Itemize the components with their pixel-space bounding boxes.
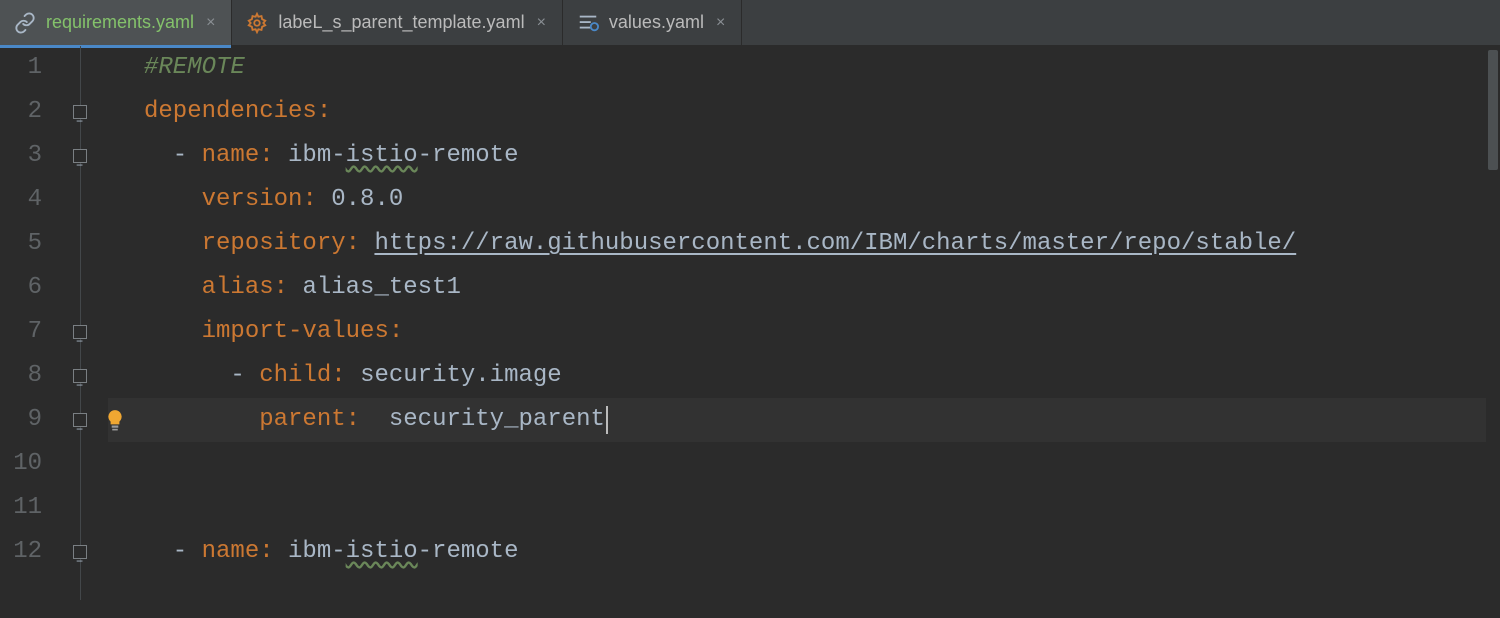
code-line[interactable]: import-values: xyxy=(108,310,1500,354)
yaml-value: security_parent xyxy=(389,398,605,442)
text-caret xyxy=(606,406,608,434)
code-line[interactable]: #REMOTE xyxy=(108,46,1500,90)
gutter-fold xyxy=(60,46,100,600)
fold-row xyxy=(60,530,100,574)
gutter-line-numbers: 123456789101112 xyxy=(0,46,60,600)
yaml-key: parent xyxy=(259,398,345,442)
yaml-value: ibm-istio-remote xyxy=(288,530,518,574)
yaml-icon xyxy=(577,12,599,34)
tab-bar: requirements.yaml × labeL_s_parent_templ… xyxy=(0,0,1500,46)
line-number: 7 xyxy=(0,310,42,354)
fold-icon[interactable] xyxy=(73,105,87,119)
yaml-value: alias_test1 xyxy=(302,266,460,310)
tab-label-template[interactable]: labeL_s_parent_template.yaml × xyxy=(232,0,563,45)
yaml-key: alias xyxy=(202,266,274,310)
editor[interactable]: 123456789101112 #REMOTEdependencies: - n… xyxy=(0,46,1500,600)
yaml-key: repository xyxy=(202,222,346,266)
code-line[interactable]: - child: security.image xyxy=(108,354,1500,398)
intention-bulb-icon[interactable] xyxy=(106,409,124,431)
code-line[interactable] xyxy=(108,574,1500,618)
tab-values[interactable]: values.yaml × xyxy=(563,0,742,45)
fold-icon[interactable] xyxy=(73,149,87,163)
line-number xyxy=(0,574,42,618)
code-line[interactable] xyxy=(108,486,1500,530)
close-icon[interactable]: × xyxy=(535,14,548,32)
yaml-key: version xyxy=(202,178,303,222)
code-line[interactable]: - name: ibm-istio-remote xyxy=(108,134,1500,178)
yaml-key: child xyxy=(259,354,331,398)
yaml-value: 0.8.0 xyxy=(331,178,403,222)
tab-requirements[interactable]: requirements.yaml × xyxy=(0,0,232,45)
code-line[interactable]: alias: alias_test1 xyxy=(108,266,1500,310)
scrollbar-thumb[interactable] xyxy=(1488,50,1498,170)
line-number: 10 xyxy=(0,442,42,486)
fold-row xyxy=(60,46,100,90)
link-icon xyxy=(14,12,36,34)
yaml-value: security.image xyxy=(360,354,562,398)
yaml-key: import-values xyxy=(202,310,389,354)
code-comment: #REMOTE xyxy=(144,46,245,90)
code-line[interactable]: dependencies: xyxy=(108,90,1500,134)
code-line[interactable] xyxy=(108,442,1500,486)
fold-icon[interactable] xyxy=(73,413,87,427)
fold-icon[interactable] xyxy=(73,545,87,559)
line-number: 12 xyxy=(0,530,42,574)
url-link[interactable]: https://raw.githubusercontent.com/IBM/ch… xyxy=(374,222,1296,266)
line-number: 3 xyxy=(0,134,42,178)
code-line[interactable]: - name: ibm-istio-remote xyxy=(108,530,1500,574)
yaml-value: ibm-istio-remote xyxy=(288,134,518,178)
code-line[interactable]: version: 0.8.0 xyxy=(108,178,1500,222)
yaml-key: dependencies xyxy=(144,90,317,134)
close-icon[interactable]: × xyxy=(714,14,727,32)
fold-row xyxy=(60,90,100,134)
fold-row xyxy=(60,486,100,530)
fold-icon[interactable] xyxy=(73,369,87,383)
gear-icon xyxy=(246,12,268,34)
line-number: 8 xyxy=(0,354,42,398)
fold-row xyxy=(60,310,100,354)
line-number: 4 xyxy=(0,178,42,222)
line-number: 11 xyxy=(0,486,42,530)
code-area[interactable]: #REMOTEdependencies: - name: ibm-istio-r… xyxy=(100,46,1500,600)
line-number: 6 xyxy=(0,266,42,310)
line-number: 9 xyxy=(0,398,42,442)
fold-icon[interactable] xyxy=(73,325,87,339)
close-icon[interactable]: × xyxy=(204,14,217,32)
code-line[interactable]: repository: https://raw.githubuserconten… xyxy=(108,222,1500,266)
line-number: 1 xyxy=(0,46,42,90)
tab-label: values.yaml xyxy=(609,12,704,33)
yaml-key: name xyxy=(202,530,260,574)
line-number: 2 xyxy=(0,90,42,134)
fold-row xyxy=(60,222,100,266)
line-number: 5 xyxy=(0,222,42,266)
tab-label: requirements.yaml xyxy=(46,12,194,33)
code-line[interactable]: parent: security_parent xyxy=(108,398,1500,442)
fold-row xyxy=(60,266,100,310)
tab-label: labeL_s_parent_template.yaml xyxy=(278,12,524,33)
scrollbar[interactable] xyxy=(1486,46,1500,600)
yaml-key: name xyxy=(202,134,260,178)
